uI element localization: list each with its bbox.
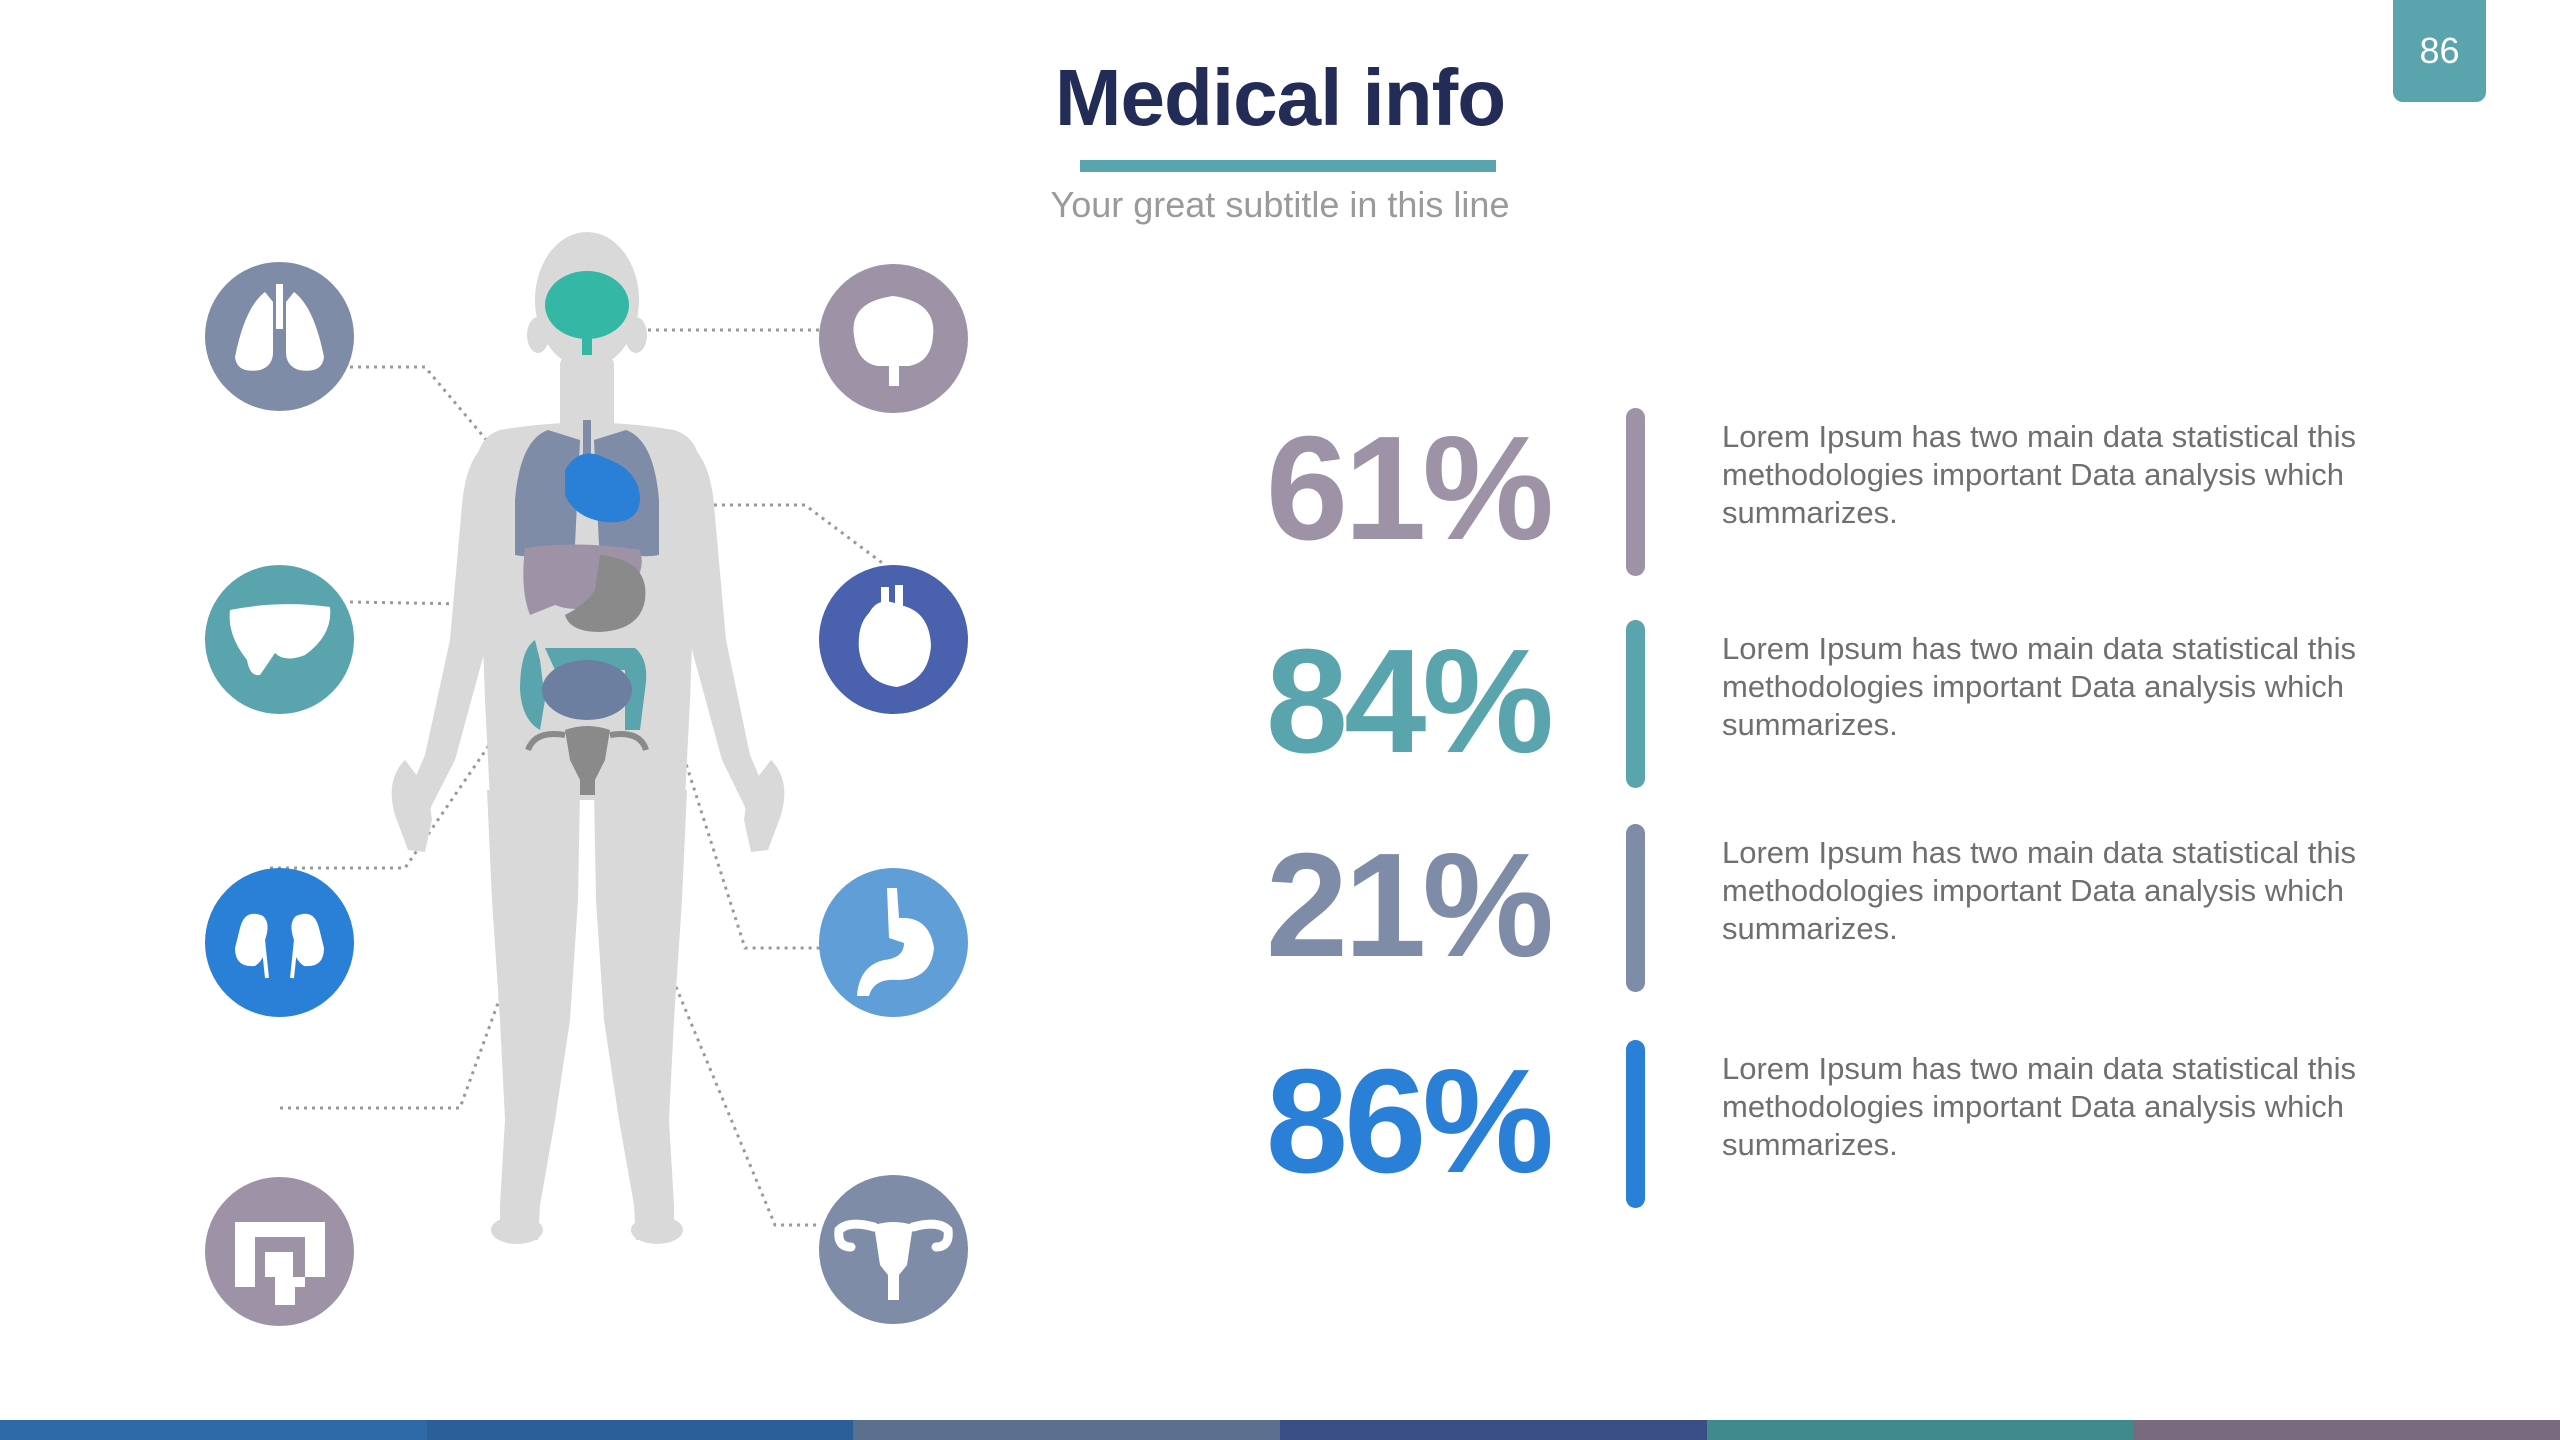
stat-description-4: Lorem Ipsum has two main data statistica… bbox=[1722, 1051, 2357, 1162]
liver-icon bbox=[205, 565, 354, 714]
stat-value-4: 86% bbox=[1265, 1039, 1554, 1204]
intestines-icon bbox=[205, 1177, 354, 1326]
stat-description-1: Lorem Ipsum has two main data statistica… bbox=[1722, 419, 2357, 530]
stat-value-1: 61% bbox=[1265, 406, 1554, 571]
footer-strip-segment bbox=[853, 1420, 1281, 1440]
stat-description-2: Lorem Ipsum has two main data statistica… bbox=[1722, 631, 2357, 742]
stat-bar-4 bbox=[1626, 1040, 1645, 1208]
title-underline bbox=[1080, 160, 1496, 172]
stomach-icon bbox=[819, 868, 968, 1017]
stat-bar-1 bbox=[1626, 408, 1645, 576]
heart-icon bbox=[819, 565, 968, 714]
footer-strip-segment bbox=[2133, 1420, 2560, 1440]
footer-strip-segment bbox=[1706, 1420, 2134, 1440]
uterus-icon bbox=[819, 1175, 968, 1324]
footer-strip-segment bbox=[426, 1420, 854, 1440]
stat-bar-2 bbox=[1626, 620, 1645, 788]
footer-color-strip bbox=[0, 1420, 2560, 1440]
stat-description-3: Lorem Ipsum has two main data statistica… bbox=[1722, 835, 2357, 946]
stat-bar-3 bbox=[1626, 824, 1645, 992]
footer-strip-segment bbox=[0, 1420, 427, 1440]
stat-value-3: 21% bbox=[1265, 823, 1554, 988]
brain-icon bbox=[819, 264, 968, 413]
stat-value-2: 84% bbox=[1265, 619, 1554, 784]
lungs-icon bbox=[205, 262, 354, 411]
kidneys-icon bbox=[205, 868, 354, 1017]
footer-strip-segment bbox=[1280, 1420, 1707, 1440]
